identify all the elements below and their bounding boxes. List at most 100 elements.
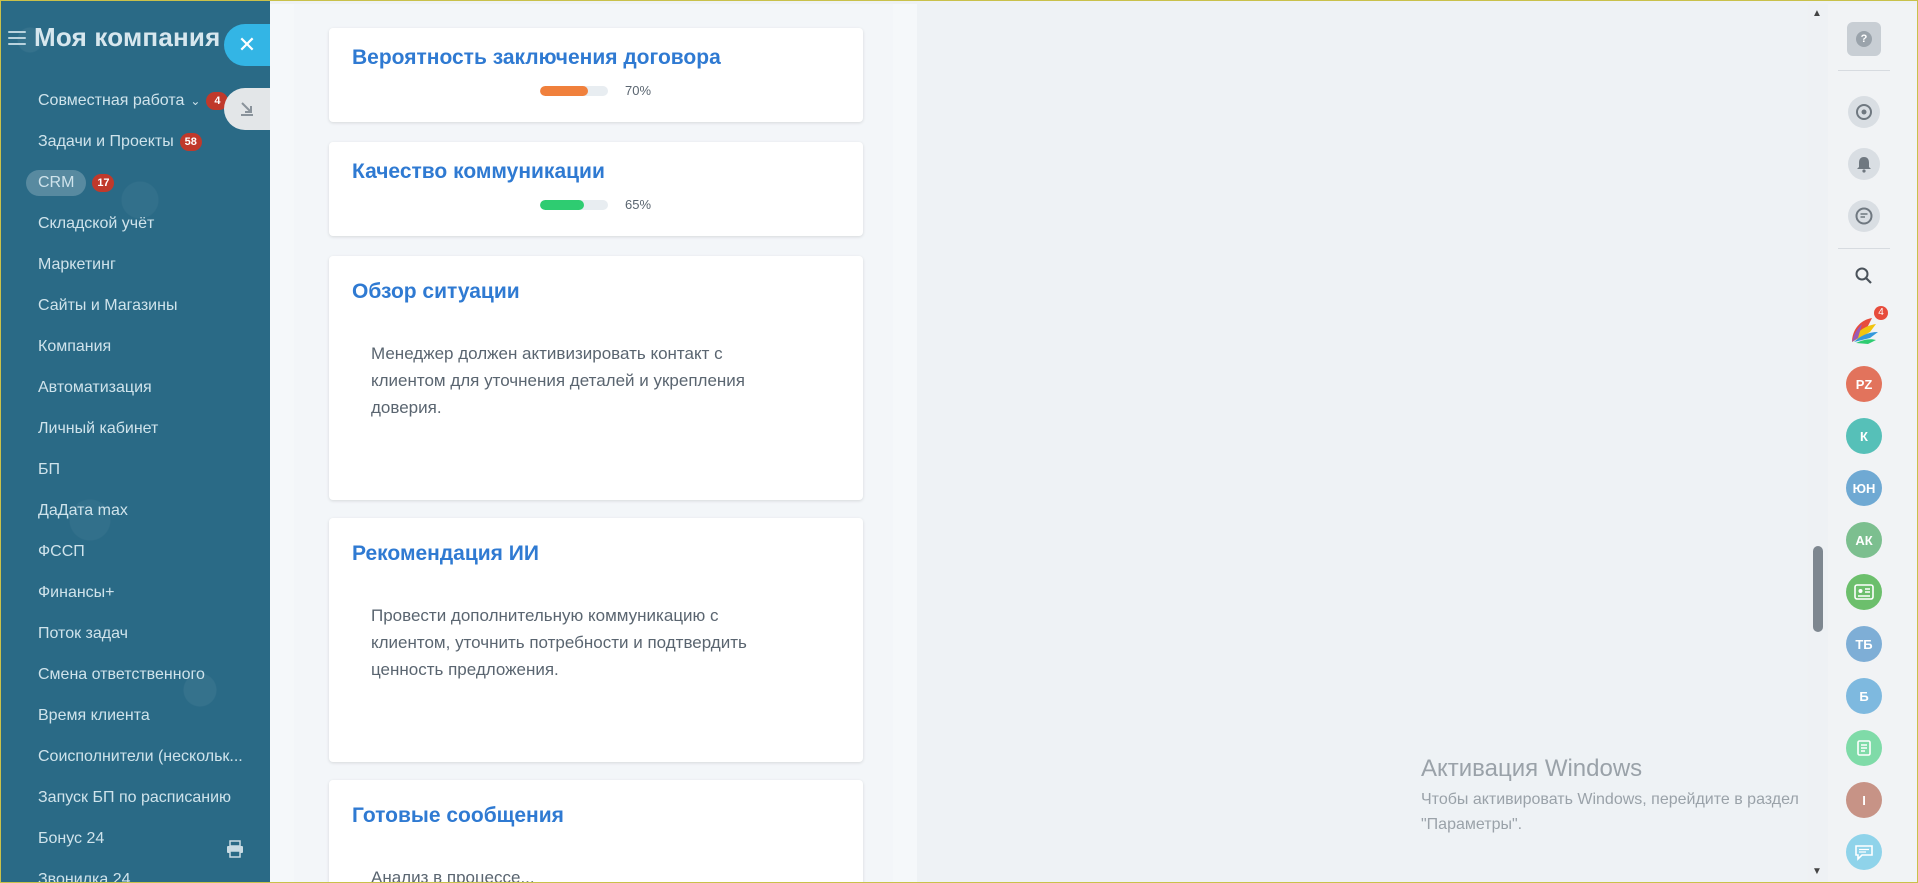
progress-fill	[540, 86, 588, 96]
sidebar-item-label: Складской учёт	[38, 214, 155, 232]
sidebar-item-dadata[interactable]: ДаДата max	[38, 490, 268, 531]
avatar-yun[interactable]: ЮН	[1846, 470, 1882, 506]
sidebar-item-label: Сайты и Магазины	[38, 296, 178, 314]
refresh-icon[interactable]	[1848, 96, 1880, 128]
sidebar-item-label: Смена ответственного	[38, 665, 205, 683]
card-text: Провести дополнительную коммуникацию с к…	[371, 606, 747, 679]
overview-card: Обзор ситуации Менеджер должен активизир…	[329, 256, 863, 500]
avatar-ak[interactable]: АК	[1846, 522, 1882, 558]
sidebar-item-label: Маркетинг	[38, 255, 116, 273]
avatar-i[interactable]: I	[1846, 782, 1882, 818]
scrollbar-thumb[interactable]	[1813, 546, 1823, 632]
card-title: Вероятность заключения договора	[352, 46, 721, 69]
sidebar-item-label: ФССП	[38, 542, 85, 560]
contact-card-icon[interactable]	[1846, 574, 1882, 610]
sidebar-menu: Совместная работа ⌄ 4 Задачи и Проекты 5…	[26, 80, 268, 883]
close-panel-button[interactable]: ✕	[224, 24, 270, 66]
sidebar-item-client-time[interactable]: Время клиента	[38, 695, 268, 736]
watermark-title: Активация Windows	[1421, 755, 1643, 782]
card-title: Обзор ситуации	[352, 280, 520, 303]
sidebar-item-label: CRM	[26, 169, 87, 196]
progress-percent: 70%	[625, 83, 652, 98]
deal-analysis-panel: Вероятность заключения договора 70% Каче…	[270, 4, 917, 883]
sidebar-item-account[interactable]: Личный кабинет	[38, 408, 268, 449]
sidebar-item-company[interactable]: Компания	[38, 326, 268, 367]
messages-card: Готовые сообщения Анализ в процессе...	[329, 780, 863, 883]
avatar-tb[interactable]: ТБ	[1846, 626, 1882, 662]
sidebar-item-label: Время клиента	[38, 706, 150, 724]
sidebar-item-label: Бонус 24	[38, 829, 105, 847]
minimize-arrow-icon	[241, 102, 253, 116]
rail-divider	[1838, 70, 1890, 71]
sidebar-item-task-flow[interactable]: Поток задач	[38, 613, 268, 654]
collapse-panel-button[interactable]	[224, 88, 270, 130]
left-sidebar: Моя компания Совместная работа ⌄ 4 Задач…	[0, 0, 270, 883]
sidebar-item-finance[interactable]: Финансы+	[38, 572, 268, 613]
sidebar-item-label: Задачи и Проекты	[38, 132, 174, 150]
menu-icon[interactable]	[8, 30, 26, 45]
help-button[interactable]: ?	[1847, 22, 1881, 56]
sidebar-item-coexecutors[interactable]: Соисполнители (нескольк...	[38, 736, 268, 777]
watermark-line-1: Чтобы активировать Windows, перейдите в …	[1421, 791, 1799, 808]
watermark-line-2: "Параметры".	[1421, 816, 1523, 833]
progress-percent: 65%	[625, 197, 652, 212]
sidebar-item-label: Поток задач	[38, 624, 128, 642]
counter-badge: 17	[92, 173, 115, 192]
card-text: Анализ в процессе...	[371, 868, 535, 883]
close-icon: ✕	[237, 32, 257, 57]
card-text: Менеджер должен активизировать контакт с…	[371, 344, 745, 417]
avatar-pz[interactable]: PZ	[1846, 366, 1882, 402]
right-rail: ? 4 PZ К ЮН АК ТБ Б I	[1828, 4, 1918, 883]
windows-activation-watermark: Активация Windows Чтобы активировать Win…	[1421, 755, 1799, 837]
rail-divider	[1838, 248, 1890, 249]
sidebar-item-label: Соисполнители (нескольк...	[38, 747, 243, 765]
chat-icon[interactable]	[1848, 200, 1880, 232]
background-area	[917, 4, 1807, 883]
sidebar-item-automation[interactable]: Автоматизация	[38, 367, 268, 408]
sidebar-item-dialer[interactable]: Звонилка 24	[38, 859, 268, 883]
company-title[interactable]: Моя компания	[34, 22, 220, 53]
probability-progress-bar	[540, 86, 608, 96]
sidebar-item-label: Запуск БП по расписанию	[38, 788, 232, 806]
sidebar-item-bp[interactable]: БП	[38, 449, 268, 490]
progress-fill	[540, 200, 585, 210]
document-icon[interactable]	[1846, 730, 1882, 766]
cards-column: Вероятность заключения договора 70% Каче…	[294, 4, 893, 883]
sidebar-item-label: ДаДата max	[38, 501, 128, 519]
communication-card: Качество коммуникации 65%	[329, 142, 863, 236]
printer-icon[interactable]	[226, 840, 244, 858]
sidebar-item-label: Автоматизация	[38, 378, 152, 396]
sidebar-item-marketing[interactable]: Маркетинг	[38, 244, 268, 285]
recommendation-card: Рекомендация ИИ Провести дополнительную …	[329, 518, 863, 762]
messages-icon[interactable]	[1846, 834, 1882, 870]
sidebar-item-label: Финансы+	[38, 583, 115, 601]
sidebar-item-label: Звонилка 24	[38, 870, 131, 883]
probability-card: Вероятность заключения договора 70%	[329, 28, 863, 122]
sidebar-item-fssp[interactable]: ФССП	[38, 531, 268, 572]
bell-icon[interactable]	[1848, 148, 1880, 180]
search-icon[interactable]	[1854, 266, 1874, 291]
card-title: Рекомендация ИИ	[352, 542, 539, 565]
card-title: Готовые сообщения	[352, 804, 564, 827]
counter-badge: 58	[179, 132, 202, 151]
sidebar-item-label: Компания	[38, 337, 112, 355]
sidebar-item-sites[interactable]: Сайты и Магазины	[38, 285, 268, 326]
sidebar-item-label: БП	[38, 460, 60, 478]
sidebar-header: Моя компания	[8, 22, 220, 53]
scroll-down-icon[interactable]: ▼	[1812, 866, 1822, 877]
card-title: Качество коммуникации	[352, 160, 605, 183]
sidebar-item-label: Личный кабинет	[38, 419, 159, 437]
vertical-scrollbar[interactable]: ▲ ▼	[1808, 4, 1828, 883]
app-launcher-icon[interactable]: 4	[1846, 306, 1888, 348]
communication-progress-bar	[540, 200, 608, 210]
help-icon: ?	[1856, 31, 1872, 47]
avatar-k[interactable]: К	[1846, 418, 1882, 454]
chevron-down-icon: ⌄	[190, 93, 201, 108]
avatar-b[interactable]: Б	[1846, 678, 1882, 714]
sidebar-item-crm[interactable]: CRM 17	[26, 162, 268, 203]
sidebar-item-warehouse[interactable]: Складской учёт	[38, 203, 268, 244]
sidebar-item-change-responsible[interactable]: Смена ответственного	[38, 654, 268, 695]
sidebar-item-label: Совместная работа	[38, 91, 185, 109]
sidebar-item-bp-schedule[interactable]: Запуск БП по расписанию	[38, 777, 268, 818]
scroll-up-icon[interactable]: ▲	[1812, 8, 1822, 19]
